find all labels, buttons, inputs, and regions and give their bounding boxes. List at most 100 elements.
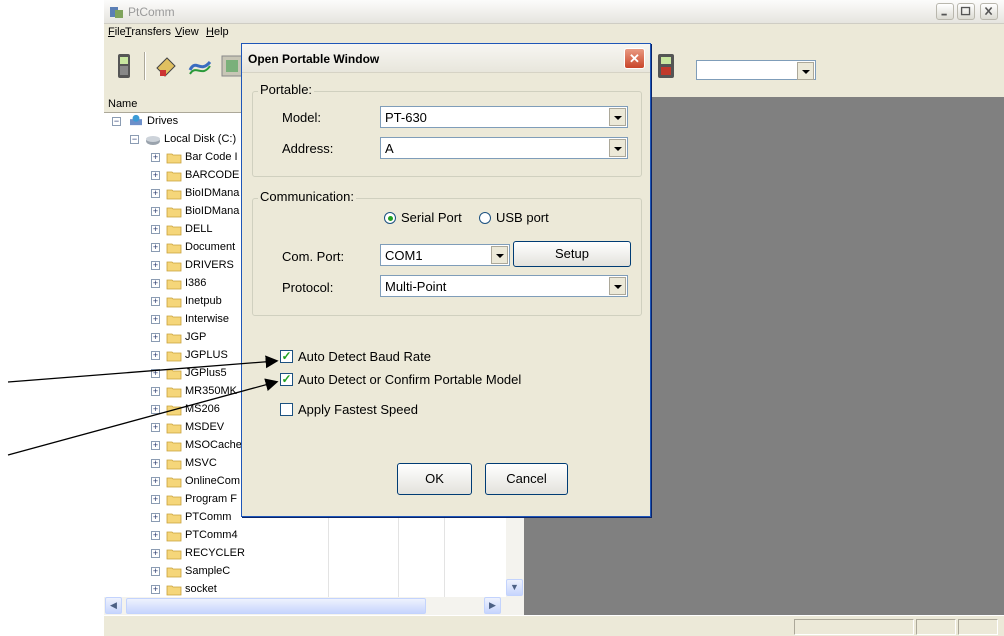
expand-icon[interactable]: + bbox=[151, 459, 160, 468]
expand-icon[interactable]: + bbox=[151, 189, 160, 198]
tree-folder-row[interactable]: + RECYCLER bbox=[104, 545, 524, 563]
scroll-down-button[interactable]: ▼ bbox=[506, 579, 523, 596]
menu-file[interactable]: File bbox=[108, 26, 126, 38]
scroll-thumb[interactable] bbox=[126, 598, 426, 614]
folder-label: DRIVERS bbox=[185, 259, 234, 271]
portable-terminal-icon[interactable] bbox=[112, 52, 136, 80]
expand-icon[interactable]: + bbox=[151, 477, 160, 486]
collapse-icon[interactable]: − bbox=[130, 135, 139, 144]
portable-terminal-icon-2[interactable] bbox=[654, 52, 678, 80]
expand-icon[interactable]: + bbox=[151, 261, 160, 270]
folder-label: BioIDMana bbox=[185, 205, 240, 217]
expand-icon[interactable]: + bbox=[151, 567, 160, 576]
model-label: Model: bbox=[282, 110, 322, 125]
dialog-title: Open Portable Window bbox=[248, 52, 380, 66]
expand-icon[interactable]: + bbox=[151, 369, 160, 378]
protocol-label: Protocol: bbox=[282, 280, 334, 295]
com-port-select[interactable]: COM1 bbox=[380, 244, 510, 266]
expand-icon[interactable]: + bbox=[151, 153, 160, 162]
folder-icon bbox=[166, 585, 182, 596]
expand-icon[interactable]: + bbox=[151, 495, 160, 504]
expand-icon[interactable]: + bbox=[151, 171, 160, 180]
scroll-right-button[interactable]: ▶ bbox=[484, 597, 501, 614]
horizontal-scrollbar[interactable]: ◀ ▶ bbox=[104, 597, 524, 615]
folder-icon bbox=[166, 351, 182, 362]
menu-view[interactable]: View bbox=[175, 26, 199, 38]
folder-label: RECYCLER bbox=[185, 547, 245, 559]
auto-detect-model-label[interactable]: Auto Detect or Confirm Portable Model bbox=[298, 372, 521, 387]
expand-icon[interactable]: + bbox=[151, 297, 160, 306]
chevron-down-icon[interactable] bbox=[491, 246, 508, 264]
expand-icon[interactable]: + bbox=[151, 243, 160, 252]
portable-legend: Portable: bbox=[258, 82, 315, 97]
expand-icon[interactable]: + bbox=[151, 513, 160, 522]
folder-icon bbox=[166, 279, 182, 290]
folder-label: MSDEV bbox=[185, 421, 225, 433]
maximize-button[interactable] bbox=[957, 3, 975, 20]
folder-icon bbox=[166, 495, 182, 506]
chevron-down-icon[interactable] bbox=[609, 139, 626, 157]
expand-icon[interactable]: + bbox=[151, 441, 160, 450]
expand-icon[interactable]: + bbox=[151, 315, 160, 324]
folder-label: Interwise bbox=[185, 313, 230, 325]
tree-folder-row[interactable]: + socket bbox=[104, 581, 524, 597]
connection-icon[interactable] bbox=[188, 52, 212, 80]
folder-label: DELL bbox=[185, 223, 213, 235]
folder-icon bbox=[166, 171, 182, 182]
dialog-close-button[interactable]: ✕ bbox=[624, 48, 645, 69]
menu-bar: File Transfers View Help bbox=[104, 24, 1004, 42]
folder-label: MS206 bbox=[185, 403, 220, 415]
expand-icon[interactable]: + bbox=[151, 405, 160, 414]
tree-root-label: Drives bbox=[147, 115, 179, 127]
chevron-down-icon[interactable] bbox=[609, 108, 626, 126]
serial-port-label[interactable]: Serial Port bbox=[401, 210, 462, 225]
chevron-down-icon[interactable] bbox=[609, 277, 626, 295]
device-select[interactable] bbox=[696, 60, 816, 80]
auto-detect-model-checkbox[interactable]: ✓ bbox=[280, 373, 293, 386]
scroll-left-button[interactable]: ◀ bbox=[105, 597, 122, 614]
close-button[interactable] bbox=[980, 3, 998, 20]
folder-icon bbox=[166, 459, 182, 470]
usb-port-label[interactable]: USB port bbox=[496, 210, 549, 225]
auto-detect-baud-checkbox[interactable]: ✓ bbox=[280, 350, 293, 363]
communication-legend: Communication: bbox=[258, 189, 356, 204]
usb-port-radio[interactable] bbox=[479, 212, 491, 224]
collapse-icon[interactable]: − bbox=[112, 117, 121, 126]
setup-button[interactable]: Setup bbox=[513, 241, 631, 267]
menu-transfers[interactable]: Transfers bbox=[125, 26, 171, 38]
address-select[interactable]: A bbox=[380, 137, 628, 159]
apply-fastest-speed-label[interactable]: Apply Fastest Speed bbox=[298, 402, 418, 417]
folder-label: Inetpub bbox=[185, 295, 222, 307]
close-icon: ✕ bbox=[629, 51, 640, 66]
transfer-tool-icon[interactable] bbox=[154, 52, 178, 80]
minimize-button[interactable] bbox=[936, 3, 954, 20]
expand-icon[interactable]: + bbox=[151, 333, 160, 342]
folder-label: SampleC bbox=[185, 565, 231, 577]
folder-label: socket bbox=[185, 583, 217, 595]
folder-label: Bar Code I bbox=[185, 151, 238, 163]
expand-icon[interactable]: + bbox=[151, 423, 160, 432]
expand-icon[interactable]: + bbox=[151, 279, 160, 288]
column-name-label: Name bbox=[108, 98, 138, 110]
cancel-button[interactable]: Cancel bbox=[485, 463, 568, 495]
auto-detect-baud-label[interactable]: Auto Detect Baud Rate bbox=[298, 349, 431, 364]
expand-icon[interactable]: + bbox=[151, 549, 160, 558]
tree-folder-row[interactable]: + SampleC bbox=[104, 563, 524, 581]
folder-icon bbox=[166, 549, 182, 560]
dialog-title-bar: Open Portable Window ✕ bbox=[242, 44, 650, 73]
expand-icon[interactable]: + bbox=[151, 531, 160, 540]
chevron-down-icon[interactable] bbox=[797, 62, 814, 80]
expand-icon[interactable]: + bbox=[151, 387, 160, 396]
ok-button[interactable]: OK bbox=[397, 463, 472, 495]
expand-icon[interactable]: + bbox=[151, 585, 160, 594]
model-select[interactable]: PT-630 bbox=[380, 106, 628, 128]
protocol-select[interactable]: Multi-Point bbox=[380, 275, 628, 297]
expand-icon[interactable]: + bbox=[151, 207, 160, 216]
expand-icon[interactable]: + bbox=[151, 351, 160, 360]
menu-help[interactable]: Help bbox=[206, 26, 229, 38]
hard-disk-icon bbox=[146, 136, 160, 145]
tree-folder-row[interactable]: + PTComm4 bbox=[104, 527, 524, 545]
apply-fastest-speed-checkbox[interactable] bbox=[280, 403, 293, 416]
serial-port-radio[interactable] bbox=[384, 212, 396, 224]
expand-icon[interactable]: + bbox=[151, 225, 160, 234]
